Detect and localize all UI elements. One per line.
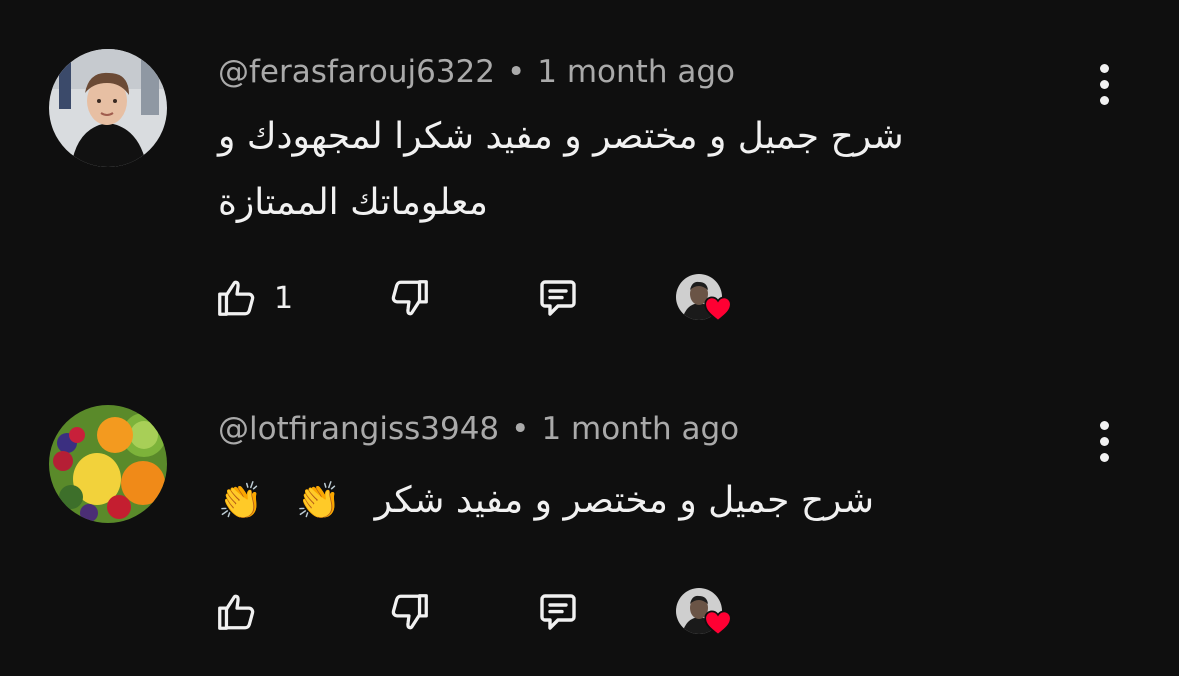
comment-time[interactable]: 1 month ago xyxy=(537,54,735,90)
reply-button[interactable] xyxy=(534,272,582,324)
comment-time[interactable]: 1 month ago xyxy=(541,411,739,447)
thumbs-down-icon xyxy=(391,280,428,316)
like-count: 1 xyxy=(274,280,294,316)
kebab-dot xyxy=(1099,79,1109,89)
kebab-dot xyxy=(1099,452,1109,462)
thumbs-up-icon xyxy=(218,594,255,630)
comment-meta: @ferasfarouj6322 • 1 month ago xyxy=(218,50,735,94)
thumbs-up-icon xyxy=(218,280,255,316)
clapping-hands-icon: 👏 xyxy=(296,481,342,522)
meta-separator: • xyxy=(511,411,530,447)
kebab-dot xyxy=(1099,95,1109,105)
author-handle[interactable]: @lotfirangiss3948 xyxy=(218,411,499,447)
comment-actions: 1 xyxy=(214,272,754,324)
kebab-dot xyxy=(1099,436,1109,446)
comment-item: @lotfirangiss3948 • 1 month ago شرح جميل… xyxy=(0,360,1179,676)
fruit-photo-avatar-icon xyxy=(49,405,167,523)
author-avatar[interactable] xyxy=(49,405,167,523)
more-options-button[interactable] xyxy=(1090,419,1118,463)
comment-text: شرح جميل و مختصر و مفيد شكر xyxy=(374,480,875,521)
dislike-button[interactable] xyxy=(386,272,432,324)
comment-text-row: شرح جميل و مختصر و مفيد شكر 👏 👏 xyxy=(218,468,958,538)
meta-separator: • xyxy=(506,54,526,90)
author-avatar[interactable] xyxy=(49,49,167,167)
like-button[interactable] xyxy=(214,586,260,638)
dislike-button[interactable] xyxy=(386,586,432,638)
author-handle[interactable]: @ferasfarouj6322 xyxy=(218,54,495,90)
comment-item: @ferasfarouj6322 • 1 month ago شرح جميل … xyxy=(0,0,1179,360)
creator-heart-badge xyxy=(676,274,736,326)
reply-comment-icon xyxy=(540,280,576,316)
comment-actions xyxy=(214,586,754,638)
more-options-button[interactable] xyxy=(1090,62,1118,106)
thumbs-down-icon xyxy=(391,594,428,630)
heart-icon xyxy=(704,296,732,322)
heart-icon xyxy=(704,610,732,636)
reply-comment-icon xyxy=(540,594,576,630)
kebab-dot xyxy=(1099,420,1109,430)
like-button[interactable]: 1 xyxy=(214,272,293,324)
comment-meta: @lotfirangiss3948 • 1 month ago xyxy=(218,407,739,451)
comment-text: شرح جميل و مختصر و مفيد شكرا لمجهودك و م… xyxy=(218,116,904,223)
creator-heart-badge xyxy=(676,588,736,640)
clapping-hands-icon: 👏 xyxy=(218,481,263,522)
kebab-dot xyxy=(1099,63,1109,73)
reply-button[interactable] xyxy=(534,586,582,638)
child-photo-avatar-icon xyxy=(49,49,167,167)
